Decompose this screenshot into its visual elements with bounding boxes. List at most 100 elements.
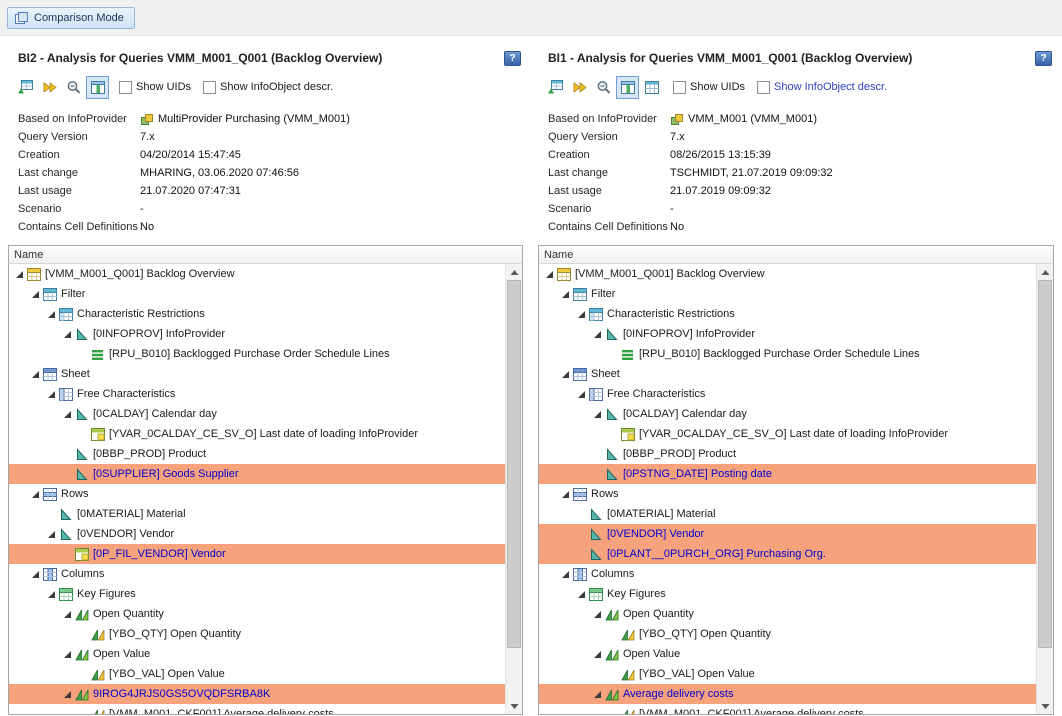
help-button[interactable]: ? [504,51,521,66]
tree-node[interactable]: [YBO_QTY] Open Quantity [539,624,1036,644]
expand-collapse-icon[interactable] [591,610,604,619]
tree-node[interactable]: [0PSTNG_DATE] Posting date [539,464,1036,484]
expand-collapse-icon[interactable] [575,590,588,599]
tree-node[interactable]: [VMM_M001_CKF001] Average delivery costs [539,704,1036,714]
expand-collapse-icon[interactable] [543,270,556,279]
highlight-differences-button[interactable] [86,76,109,99]
transport-query-button[interactable] [568,76,591,99]
expand-collapse-icon[interactable] [29,290,42,299]
tree-node[interactable]: [0MATERIAL] Material [539,504,1036,524]
expand-collapse-icon[interactable] [61,410,74,419]
tree-node[interactable]: Open Value [9,644,505,664]
tree-node[interactable]: Rows [539,484,1036,504]
transport-query-button[interactable] [38,76,61,99]
tree-node[interactable]: [0MATERIAL] Material [9,504,505,524]
tree-node[interactable]: Key Figures [539,584,1036,604]
expand-collapse-icon[interactable] [591,330,604,339]
technical-display-button[interactable] [640,76,663,99]
show-infoobject-descr-checkbox[interactable]: Show InfoObject descr. [203,81,333,94]
scrollbar-thumb[interactable] [507,280,521,648]
expand-collapse-icon[interactable] [559,370,572,379]
tree-node[interactable]: [0VENDOR] Vendor [539,524,1036,544]
tree-node[interactable]: [0INFOPROV] InfoProvider [539,324,1036,344]
tree-node[interactable]: Key Figures [9,584,505,604]
expand-collapse-icon[interactable] [29,490,42,499]
tree-node[interactable]: [YVAR_0CALDAY_CE_SV_O] Last date of load… [539,424,1036,444]
expand-collapse-icon[interactable] [61,610,74,619]
tree-node[interactable]: Open Value [539,644,1036,664]
tree-node[interactable]: [0SUPPLIER] Goods Supplier [9,464,505,484]
expand-collapse-icon[interactable] [591,410,604,419]
tree-node[interactable]: Open Quantity [9,604,505,624]
show-uids-checkbox[interactable]: Show UIDs [119,81,191,94]
expand-collapse-icon[interactable] [13,270,26,279]
tree-node[interactable]: [YBO_QTY] Open Quantity [9,624,505,644]
tree-node[interactable]: [0PLANT__0PURCH_ORG] Purchasing Org. [539,544,1036,564]
tree-node[interactable]: 9IROG4JRJS0GS5OVQDFSRBA8K [9,684,505,704]
tree-node[interactable]: [RPU_B010] Backlogged Purchase Order Sch… [539,344,1036,364]
comparison-mode-button[interactable]: Comparison Mode [7,7,135,29]
tree-node[interactable]: Free Characteristics [539,384,1036,404]
expand-collapse-icon[interactable] [45,530,58,539]
tree-node[interactable]: Characteristic Restrictions [539,304,1036,324]
zoom-button[interactable] [62,76,85,99]
checkbox[interactable] [673,81,686,94]
scroll-down-button[interactable] [1037,698,1053,714]
tree-node[interactable]: Average delivery costs [539,684,1036,704]
expand-collapse-icon[interactable] [61,650,74,659]
expand-collapse-icon[interactable] [591,690,604,699]
checkbox[interactable] [757,81,770,94]
tree-node[interactable]: [0VENDOR] Vendor [9,524,505,544]
expand-collapse-icon[interactable] [61,330,74,339]
tree-node[interactable]: Columns [9,564,505,584]
tree-node[interactable]: Columns [539,564,1036,584]
show-uids-checkbox[interactable]: Show UIDs [673,81,745,94]
expand-collapse-icon[interactable] [591,650,604,659]
display-query-button[interactable] [544,76,567,99]
tree-node[interactable]: [YBO_VAL] Open Value [9,664,505,684]
help-button[interactable]: ? [1035,51,1052,66]
checkbox[interactable] [119,81,132,94]
expand-collapse-icon[interactable] [559,490,572,499]
expand-collapse-icon[interactable] [45,310,58,319]
highlight-differences-button[interactable] [616,76,639,99]
tree-node[interactable]: [0BBP_PROD] Product [9,444,505,464]
scrollbar-track[interactable] [1037,280,1053,698]
tree-node[interactable]: Sheet [9,364,505,384]
zoom-button[interactable] [592,76,615,99]
tree-node[interactable]: [0P_FIL_VENDOR] Vendor [9,544,505,564]
tree-node[interactable]: [RPU_B010] Backlogged Purchase Order Sch… [9,344,505,364]
tree-node[interactable]: [VMM_M001_Q001] Backlog Overview [539,264,1036,284]
display-query-button[interactable] [14,76,37,99]
scroll-down-button[interactable] [506,698,522,714]
tree-node[interactable]: [YBO_VAL] Open Value [539,664,1036,684]
expand-collapse-icon[interactable] [559,570,572,579]
tree-node[interactable]: [VMM_M001_Q001] Backlog Overview [9,264,505,284]
tree-node[interactable]: [0BBP_PROD] Product [539,444,1036,464]
tree-node[interactable]: Characteristic Restrictions [9,304,505,324]
scrollbar-track[interactable] [506,280,522,698]
expand-collapse-icon[interactable] [29,370,42,379]
tree-node[interactable]: [0INFOPROV] InfoProvider [9,324,505,344]
expand-collapse-icon[interactable] [45,390,58,399]
expand-collapse-icon[interactable] [575,310,588,319]
scroll-up-button[interactable] [1037,264,1053,280]
tree-node[interactable]: [VMM_M001_CKF001] Average delivery costs [9,704,505,714]
scroll-up-button[interactable] [506,264,522,280]
tree-node[interactable]: [0CALDAY] Calendar day [539,404,1036,424]
tree-node[interactable]: [0CALDAY] Calendar day [9,404,505,424]
tree-node[interactable]: Free Characteristics [9,384,505,404]
tree-node[interactable]: Sheet [539,364,1036,384]
expand-collapse-icon[interactable] [575,390,588,399]
tree-node[interactable]: [YVAR_0CALDAY_CE_SV_O] Last date of load… [9,424,505,444]
expand-collapse-icon[interactable] [29,570,42,579]
tree-node[interactable]: Open Quantity [539,604,1036,624]
vertical-scrollbar[interactable] [1036,264,1053,714]
checkbox[interactable] [203,81,216,94]
expand-collapse-icon[interactable] [61,690,74,699]
vertical-scrollbar[interactable] [505,264,522,714]
tree-node[interactable]: Rows [9,484,505,504]
tree-node[interactable]: Filter [9,284,505,304]
scrollbar-thumb[interactable] [1038,280,1052,648]
expand-collapse-icon[interactable] [45,590,58,599]
